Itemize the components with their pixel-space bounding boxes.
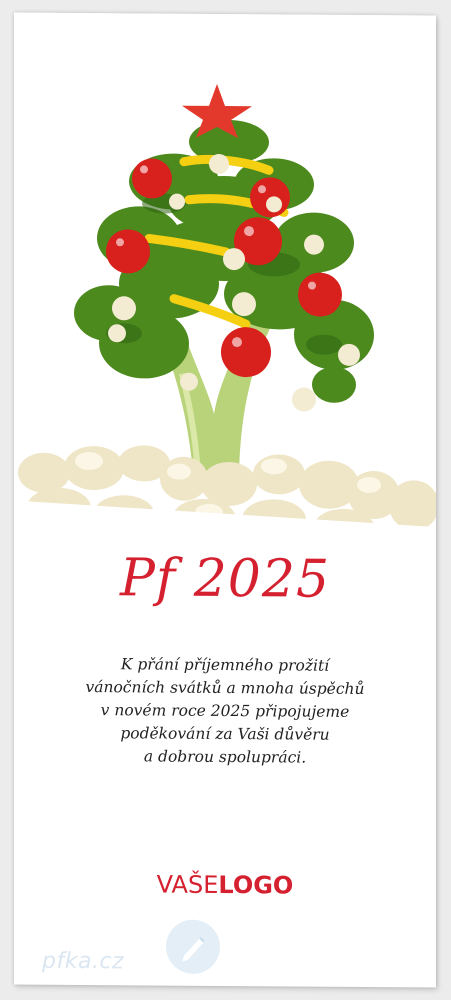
watermark-text: pfka.cz xyxy=(42,948,125,975)
company-logo: VAŠELOGO xyxy=(14,870,436,901)
logo-light: VAŠE xyxy=(156,870,219,899)
message-line: a dobrou spolupráci. xyxy=(143,747,307,767)
greeting-card: Pf 2025 K přání příjemného prožití vánoč… xyxy=(14,12,436,988)
message-line: v novém roce 2025 připojujeme xyxy=(100,701,350,721)
watermark-icon xyxy=(166,919,220,974)
pen-icon xyxy=(182,937,205,962)
broccoli-tree-photo xyxy=(14,12,436,556)
logo-bold: LOGO xyxy=(218,870,294,900)
greeting-message: K přání příjemného prožití vánočních svá… xyxy=(54,653,396,770)
message-line: poděkování za Vaši důvěru xyxy=(120,724,330,744)
message-line: vánočních svátků a mnoha úspěchů xyxy=(85,678,365,698)
message-line: K přání příjemného prožití xyxy=(120,655,330,675)
pf-title: Pf 2025 xyxy=(119,548,331,610)
